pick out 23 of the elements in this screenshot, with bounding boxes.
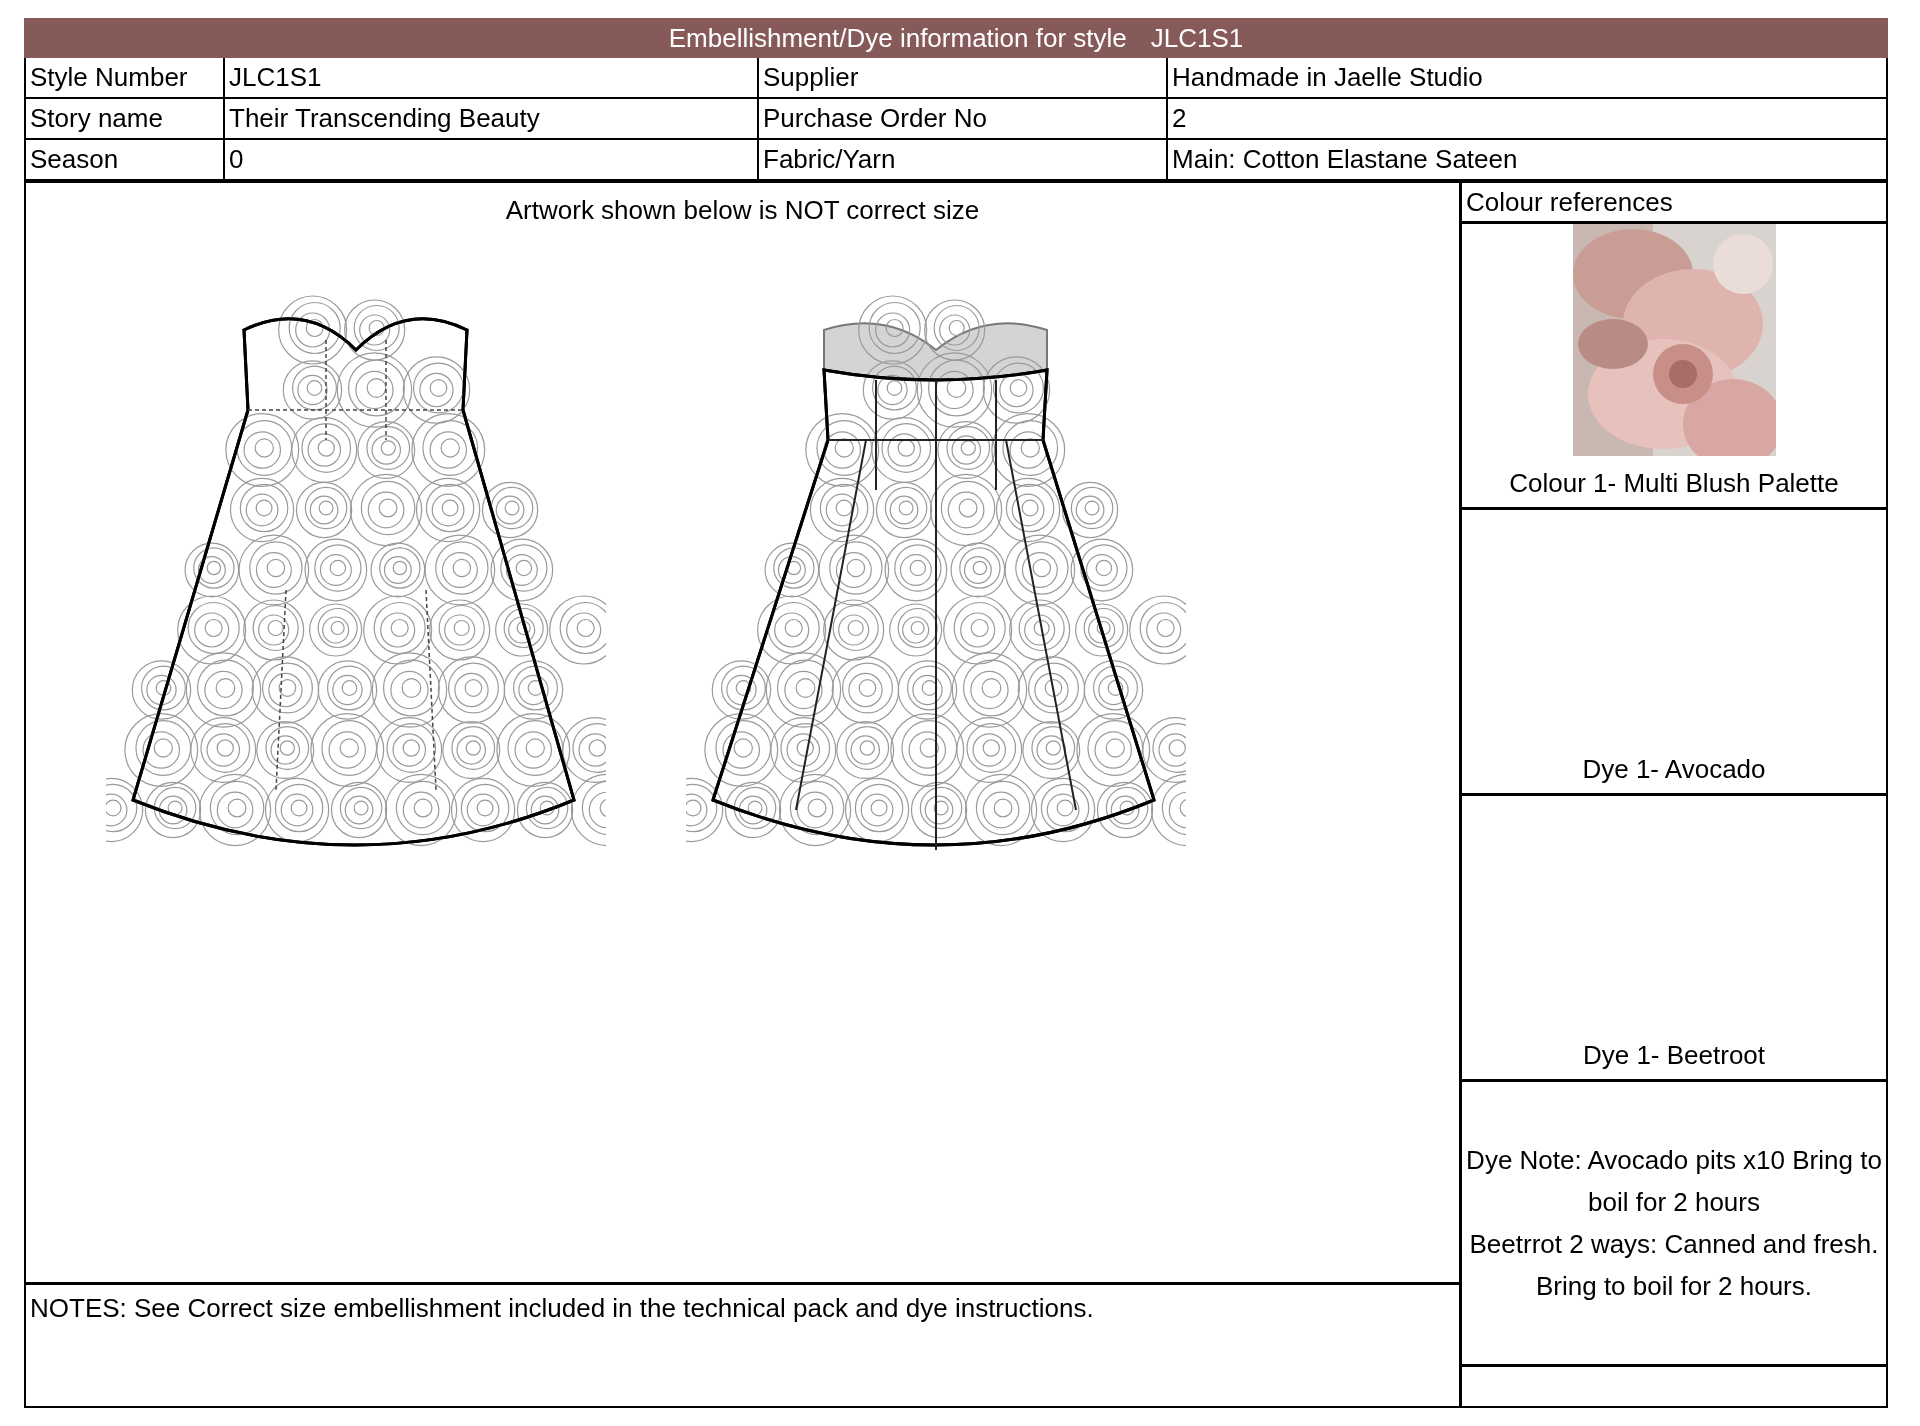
row-label: Purchase Order No — [759, 99, 1168, 138]
dye-note: Dye Note: Avocado pits x10 Bring to boil for 2 hours — [1466, 1144, 1882, 1219]
row-label: Supplier — [759, 58, 1168, 97]
row-value: Handmade in Jaelle Studio — [1168, 58, 1888, 97]
sheet-title: Embellishment/Dye information for style — [668, 21, 1127, 55]
dye-note: Beetrrot 2 ways: Canned and fresh. — [1469, 1228, 1879, 1261]
row-value: 0 — [225, 140, 759, 179]
style-code: JLC1S1 — [1150, 21, 1244, 55]
row-label: Season — [26, 140, 225, 179]
row-value: Main: Cotton Elastane Sateen — [1168, 140, 1888, 179]
row-label: Fabric/Yarn — [759, 140, 1168, 179]
row-label: Story name — [26, 99, 225, 138]
row-value: 2 — [1168, 99, 1888, 138]
notes-text: NOTES: See Correct size embellishment included in the technical pack and dye instructions. — [30, 1293, 1094, 1323]
row-label: Style Number — [26, 58, 225, 97]
row-value: JLC1S1 — [225, 58, 759, 97]
swatch-label: Dye 1- Beetroot — [1582, 1039, 1766, 1072]
row-value: Their Transcending Beauty — [225, 99, 759, 138]
dye-note: Bring to boil for 2 hours. — [1535, 1270, 1812, 1303]
artwork-caption: Artwork shown below is NOT correct size — [505, 194, 980, 227]
panel-title: Colour references — [1466, 185, 1673, 219]
swatch-label: Dye 1- Avocado — [1582, 753, 1766, 786]
swatch-label: Colour 1- Multi Blush Palette — [1509, 467, 1839, 500]
